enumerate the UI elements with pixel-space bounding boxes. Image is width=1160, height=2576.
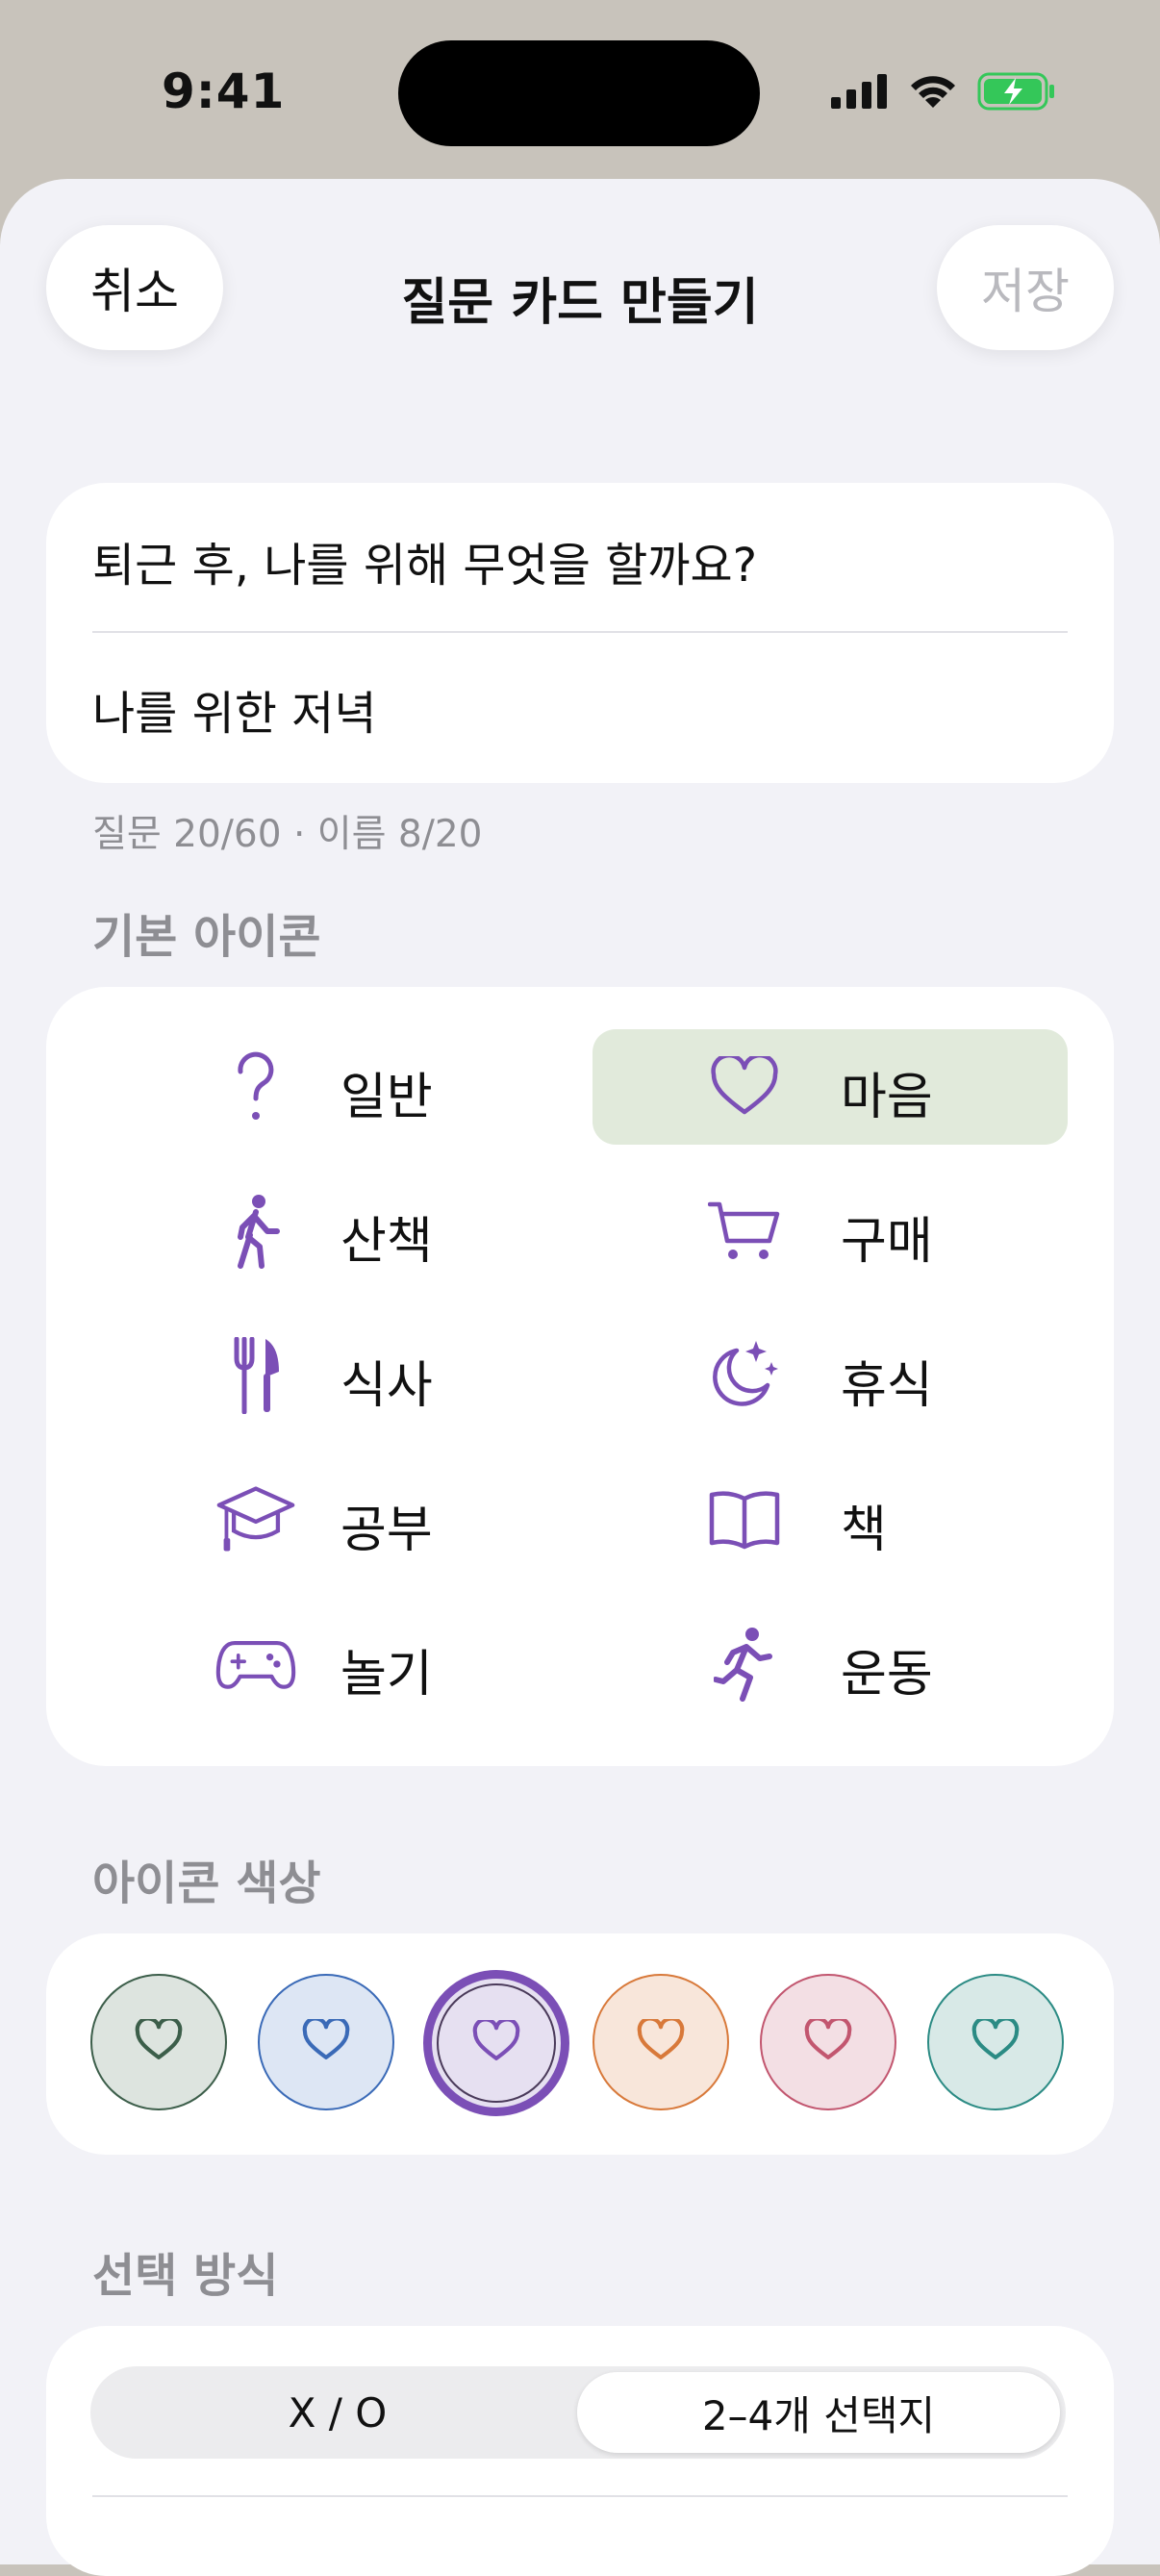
icon-option-label: 일반 [340,1069,433,1126]
icon-option-label: 구매 [841,1213,933,1271]
color-swatch-purple[interactable] [423,1970,569,2116]
gamepad-icon [215,1624,296,1705]
icon-option-label: 마음 [841,1069,933,1126]
heart-icon [971,2016,1020,2065]
cart-icon [704,1191,785,1272]
field-divider [92,631,1068,633]
status-bar: 9:41 [0,0,1160,183]
icon-option-play[interactable]: 놀기 [90,1606,566,1722]
color-picker-card [46,1933,1114,2155]
wifi-icon [908,73,958,110]
color-swatch-orange[interactable] [593,1974,729,2110]
heart-icon [135,2016,183,2065]
icon-option-general[interactable]: 일반 [90,1029,566,1145]
icon-option-cart[interactable]: 구매 [593,1174,1068,1289]
icon-option-label: 놀기 [340,1646,433,1704]
question-input-card [46,483,1114,783]
heart-icon [302,2016,350,2065]
status-time: 9:41 [162,63,286,119]
icon-section-label: 기본 아이콘 [92,910,321,964]
icon-option-meal[interactable]: 식사 [90,1318,566,1433]
color-swatch-pink[interactable] [760,1974,896,2110]
color-swatch-blue[interactable] [258,1974,394,2110]
run-icon [704,1624,785,1705]
question-field[interactable] [92,521,1068,600]
icon-option-label: 책 [841,1502,887,1559]
icon-option-label: 식사 [340,1357,433,1415]
segment-option-multiple-choice[interactable]: 2–4개 선택지 [577,2372,1060,2453]
book-icon [704,1479,785,1560]
icon-option-book[interactable]: 책 [593,1462,1068,1578]
color-swatch-teal[interactable] [927,1974,1064,2110]
heart-icon [804,2016,852,2065]
battery-icon [977,72,1056,111]
icon-option-label: 산책 [340,1213,433,1271]
signal-icon [831,74,889,109]
icon-option-label: 휴식 [841,1357,933,1415]
icon-option-label: 공부 [340,1502,433,1559]
dynamic-island [398,40,760,146]
icon-option-study[interactable]: 공부 [90,1462,566,1578]
card-name-field[interactable] [92,669,1068,748]
heart-icon [472,2017,520,2066]
icon-option-label: 운동 [841,1646,933,1704]
heart-icon [704,1047,785,1127]
fork-knife-icon [215,1335,296,1416]
icon-grid-card: 일반 마음 산책 구매 식사 휴식 공부 책 놀기 운동 [46,987,1114,1766]
question-icon [215,1047,296,1127]
choice-section-label: 선택 방식 [92,2249,279,2303]
icon-option-rest[interactable]: 휴식 [593,1318,1068,1433]
icon-option-exercise[interactable]: 운동 [593,1606,1068,1722]
color-swatch-green[interactable] [90,1974,227,2110]
segment-option-xo[interactable]: X / O [96,2372,579,2453]
choice-type-segmented-control: X / O 2–4개 선택지 [90,2366,1066,2459]
icon-option-walk[interactable]: 산책 [90,1174,566,1289]
icon-option-heart[interactable]: 마음 [593,1029,1068,1145]
create-card-sheet: 취소 질문 카드 만들기 저장 질문 20/60 · 이름 8/20 기본 아이… [0,179,1160,2576]
moon-stars-icon [704,1335,785,1416]
heart-icon [637,2016,685,2065]
choice-type-card: X / O 2–4개 선택지 [46,2326,1114,2576]
character-counter: 질문 20/60 · 이름 8/20 [92,813,483,856]
walk-icon [215,1191,296,1272]
graduation-cap-icon [215,1479,296,1560]
section-divider [92,2495,1068,2497]
save-button[interactable]: 저장 [937,225,1114,350]
color-section-label: 아이콘 색상 [92,1856,321,1910]
status-icons [831,67,1056,115]
